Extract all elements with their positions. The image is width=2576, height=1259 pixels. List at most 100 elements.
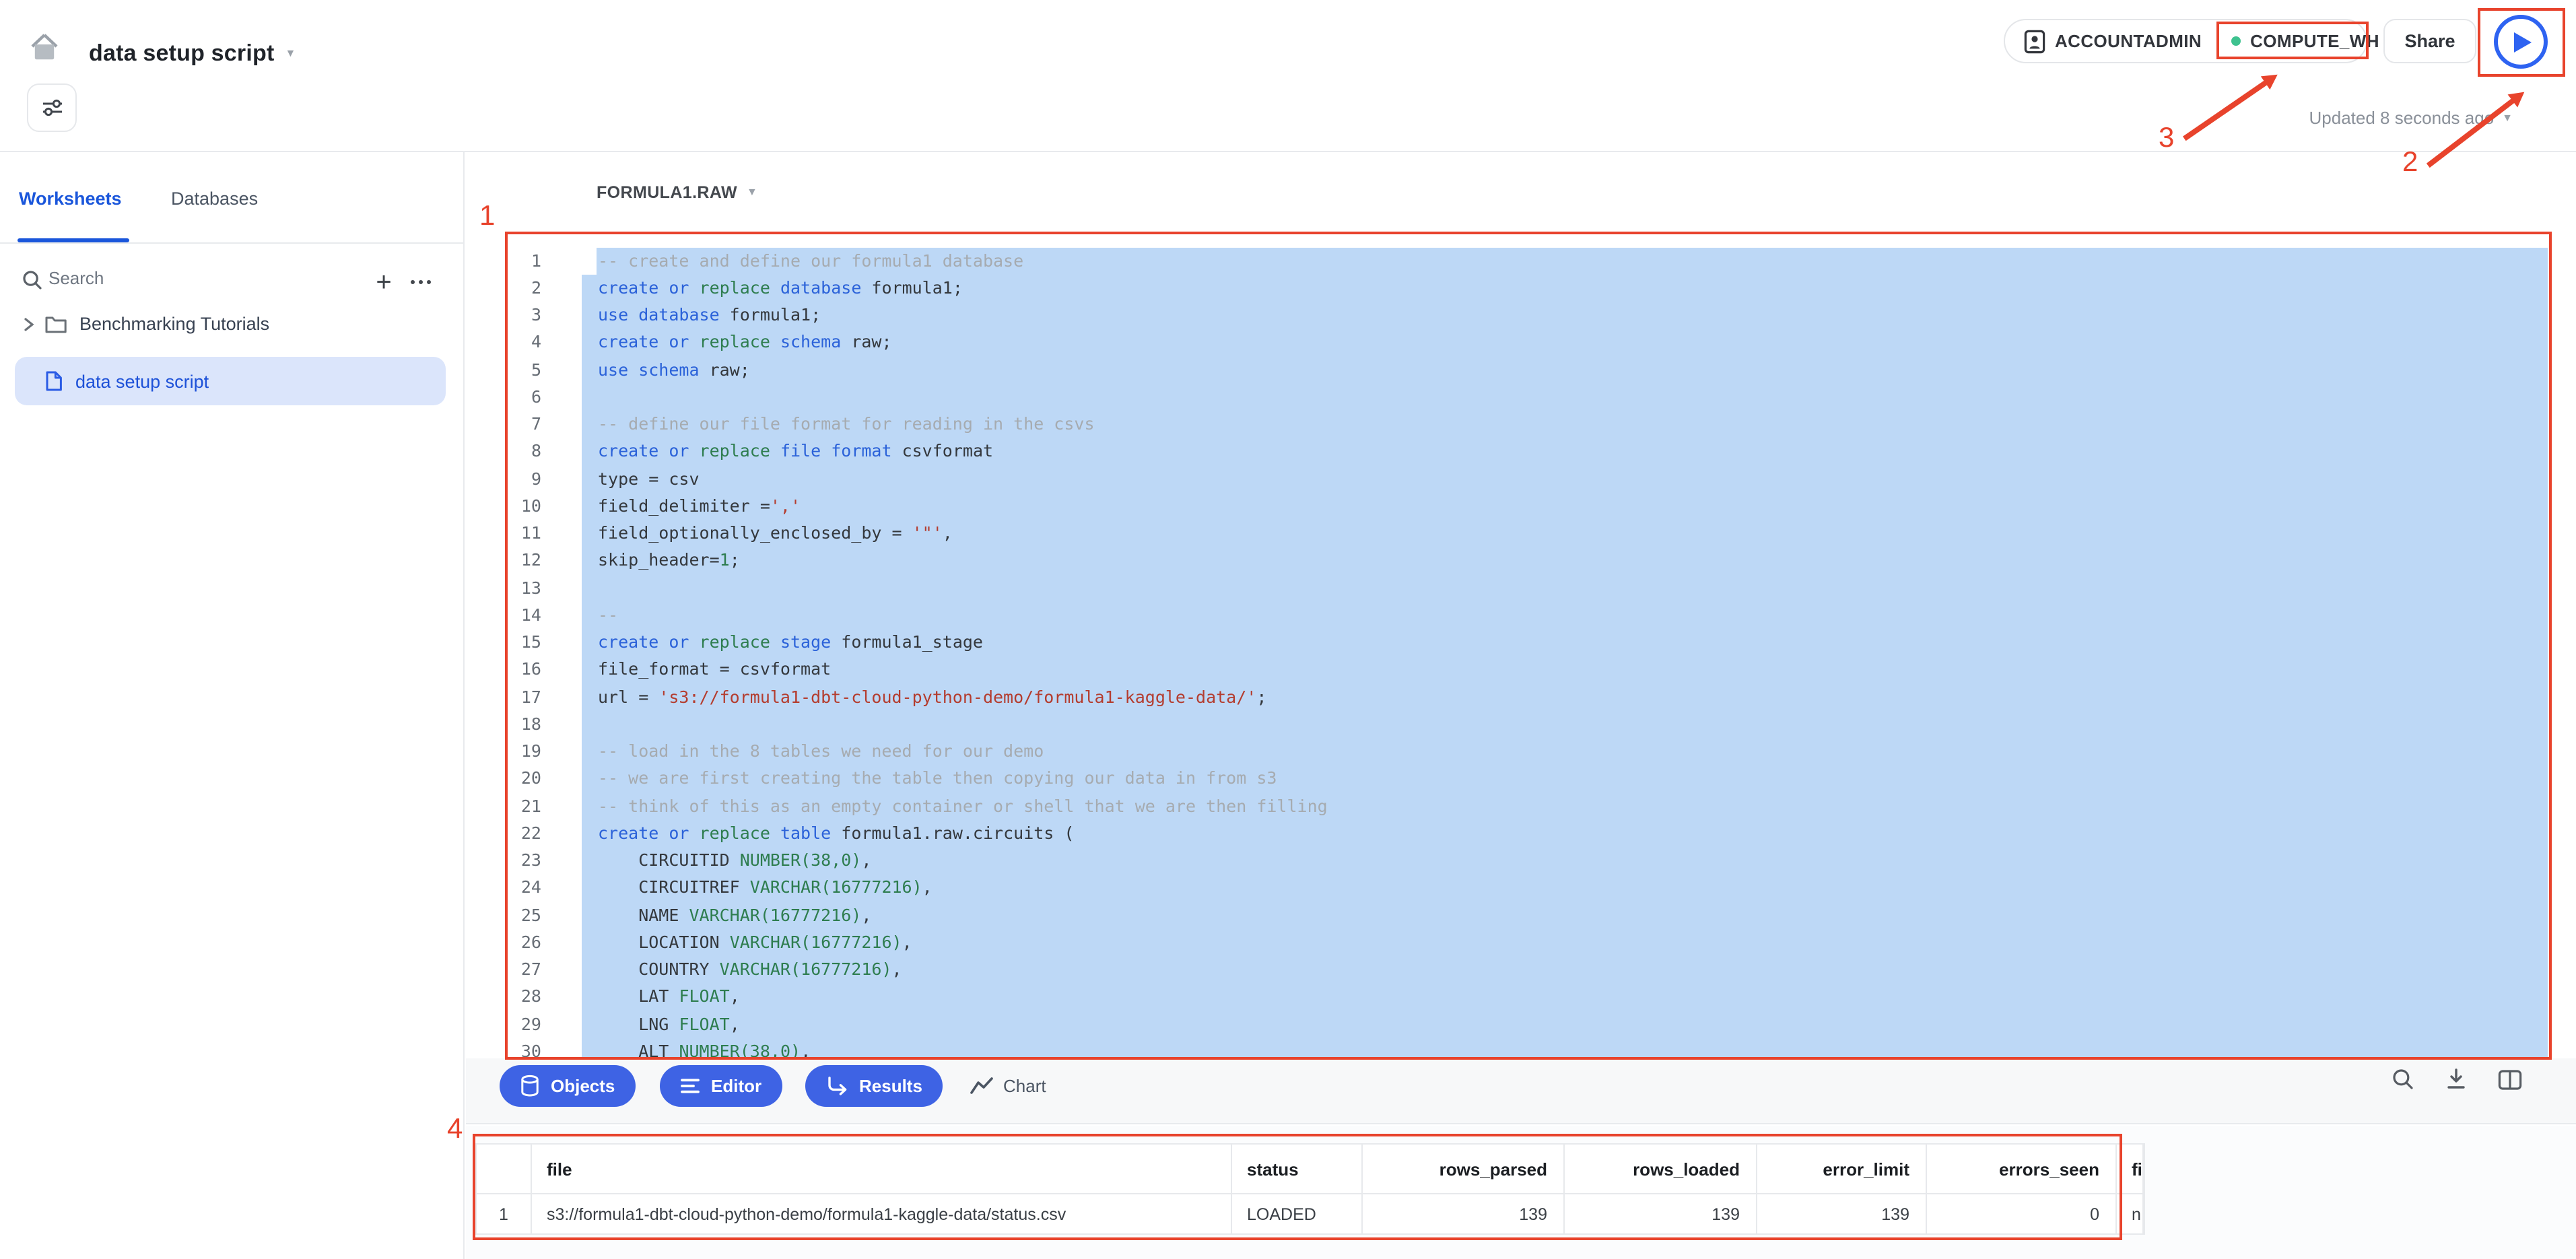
line-number: 11 <box>505 520 541 547</box>
code-token: 's3://formula1-dbt-cloud-python-demo/for… <box>658 686 1256 706</box>
search-input[interactable] <box>48 268 318 288</box>
add-worksheet-button[interactable]: + <box>366 265 401 300</box>
code-token: replace <box>700 277 770 298</box>
code-line[interactable]: NAME VARCHAR(16777216), <box>582 901 2548 929</box>
objects-button[interactable]: Objects <box>500 1065 635 1107</box>
chart-tab[interactable]: Chart <box>970 1065 1046 1107</box>
code-line[interactable]: create or replace file format csvformat <box>582 438 2548 466</box>
table-header-cell[interactable]: status <box>1232 1145 1363 1194</box>
code-line[interactable]: use schema raw; <box>582 356 2548 384</box>
code-line[interactable]: -- define our file format for reading in… <box>582 411 2548 438</box>
code-token: -- <box>598 605 618 625</box>
folder-icon <box>44 314 67 333</box>
sidebar-item-folder[interactable]: Benchmarking Tutorials <box>0 303 465 345</box>
code-line[interactable]: -- we are first creating the table then … <box>582 765 2548 793</box>
role-label: ACCOUNTADMIN <box>2055 31 2202 51</box>
run-button[interactable] <box>2494 15 2548 69</box>
code-line[interactable]: COUNTRY VARCHAR(16777216), <box>582 956 2548 984</box>
database-context-selector[interactable]: FORMULA1.RAW ▼ <box>597 183 757 202</box>
code-token: , <box>801 1041 811 1061</box>
results-button[interactable]: Results <box>805 1065 943 1107</box>
line-number: 29 <box>505 1011 541 1038</box>
table-header-row: filestatusrows_parsedrows_loadederror_li… <box>477 1145 2144 1194</box>
search-results-icon[interactable] <box>2392 1068 2414 1091</box>
code-line[interactable]: create or replace database formula1; <box>582 275 2548 302</box>
user-badge-icon <box>2024 29 2045 53</box>
line-number: 28 <box>505 984 541 1011</box>
code-token: LAT <box>598 986 679 1007</box>
table-header-cell[interactable]: error_limit <box>1757 1145 1927 1194</box>
home-button[interactable] <box>24 27 65 67</box>
table-header-cell[interactable] <box>477 1145 532 1194</box>
code-token: -- we are first creating the table then … <box>598 768 1277 788</box>
code-token: NUMBER(38,0) <box>740 850 862 870</box>
chart-label: Chart <box>1003 1076 1046 1096</box>
worksheet-title-menu[interactable]: data setup script ▼ <box>89 40 296 67</box>
role-selector[interactable]: ACCOUNTADMIN <box>2005 29 2202 53</box>
code-token: FLOAT <box>679 1013 729 1033</box>
code-token: ',' <box>770 496 801 516</box>
editor-button[interactable]: Editor <box>660 1065 782 1107</box>
table-header-cell[interactable]: errors_seen <box>1927 1145 2117 1194</box>
sql-code-editor[interactable]: -- create and define our formula1 databa… <box>582 247 2548 1065</box>
code-token: csvformat <box>892 441 994 461</box>
sidebar-tabs: Worksheets Databases <box>0 189 463 242</box>
code-line[interactable]: field_optionally_enclosed_by = '"', <box>582 520 2548 547</box>
split-columns-icon[interactable] <box>2498 1068 2522 1090</box>
editor-pane: FORMULA1.RAW ▼ 1234567891011121314151617… <box>466 152 2576 1058</box>
code-line[interactable]: -- think of this as an empty container o… <box>582 792 2548 820</box>
code-line[interactable]: file_format = csvformat <box>582 656 2548 684</box>
code-token: FLOAT <box>679 986 729 1007</box>
code-line[interactable] <box>582 574 2548 602</box>
code-token: NAME <box>598 904 689 924</box>
sidebar-item-worksheet-selected[interactable]: data setup script <box>15 357 446 405</box>
app-window: data setup script ▼ ACCOU <box>0 0 2576 1259</box>
session-context-pill: ACCOUNTADMIN COMPUTE_WH <box>2004 19 2367 63</box>
line-number: 13 <box>505 574 541 602</box>
code-token: create or <box>598 332 700 352</box>
code-line[interactable]: LOCATION VARCHAR(16777216), <box>582 929 2548 957</box>
code-line[interactable]: CIRCUITID NUMBER(38,0), <box>582 847 2548 875</box>
tab-worksheets[interactable]: Worksheets <box>19 189 122 209</box>
return-arrow-icon <box>825 1075 848 1097</box>
results-panel: filestatusrows_parsedrows_loadederror_li… <box>466 1126 2576 1259</box>
code-line[interactable]: -- create and define our formula1 databa… <box>582 247 2548 275</box>
code-line[interactable] <box>582 711 2548 739</box>
code-token: file format <box>770 441 892 461</box>
table-header-cell[interactable]: rows_parsed <box>1363 1145 1565 1194</box>
code-token: create or <box>598 632 700 652</box>
table-header-cell[interactable]: rows_loaded <box>1565 1145 1757 1194</box>
code-line[interactable]: LAT FLOAT, <box>582 984 2548 1011</box>
code-line[interactable]: create or replace table formula1.raw.cir… <box>582 820 2548 848</box>
code-line[interactable]: use database formula1; <box>582 302 2548 329</box>
tab-databases[interactable]: Databases <box>171 189 258 209</box>
table-cell: 0 <box>1927 1194 2117 1235</box>
download-icon[interactable] <box>2445 1068 2467 1091</box>
code-token: VARCHAR(16777216) <box>720 959 892 979</box>
code-line[interactable]: create or replace schema raw; <box>582 329 2548 357</box>
share-button[interactable]: Share <box>2383 19 2476 63</box>
line-number: 25 <box>505 901 541 929</box>
updated-status[interactable]: Updated 8 seconds ago ▼ <box>2208 108 2513 128</box>
editor-label: Editor <box>711 1076 761 1096</box>
table-header-cell[interactable]: fi <box>2117 1145 2144 1194</box>
sidebar-more-button[interactable] <box>411 280 431 284</box>
code-token: VARCHAR(16777216) <box>689 904 861 924</box>
code-line[interactable]: -- load in the 8 tables we need for our … <box>582 738 2548 765</box>
code-line[interactable] <box>582 384 2548 411</box>
code-line[interactable]: url = 's3://formula1-dbt-cloud-python-de… <box>582 683 2548 711</box>
code-line[interactable]: skip_header=1; <box>582 547 2548 575</box>
code-token: formula1; <box>720 304 821 325</box>
code-line[interactable]: CIRCUITREF VARCHAR(16777216), <box>582 875 2548 902</box>
results-table: filestatusrows_parsedrows_loadederror_li… <box>475 1143 2145 1235</box>
code-line[interactable]: field_delimiter =',' <box>582 493 2548 520</box>
code-line[interactable]: LNG FLOAT, <box>582 1011 2548 1038</box>
warehouse-selector[interactable]: COMPUTE_WH <box>2216 31 2379 51</box>
code-line[interactable]: type = csv <box>582 465 2548 493</box>
filters-button[interactable] <box>27 83 77 132</box>
table-header-cell[interactable]: file <box>532 1145 1232 1194</box>
code-line[interactable]: -- <box>582 602 2548 630</box>
code-token: ALT <box>598 1041 679 1061</box>
code-token: raw; <box>841 332 891 352</box>
code-line[interactable]: create or replace stage formula1_stage <box>582 629 2548 656</box>
